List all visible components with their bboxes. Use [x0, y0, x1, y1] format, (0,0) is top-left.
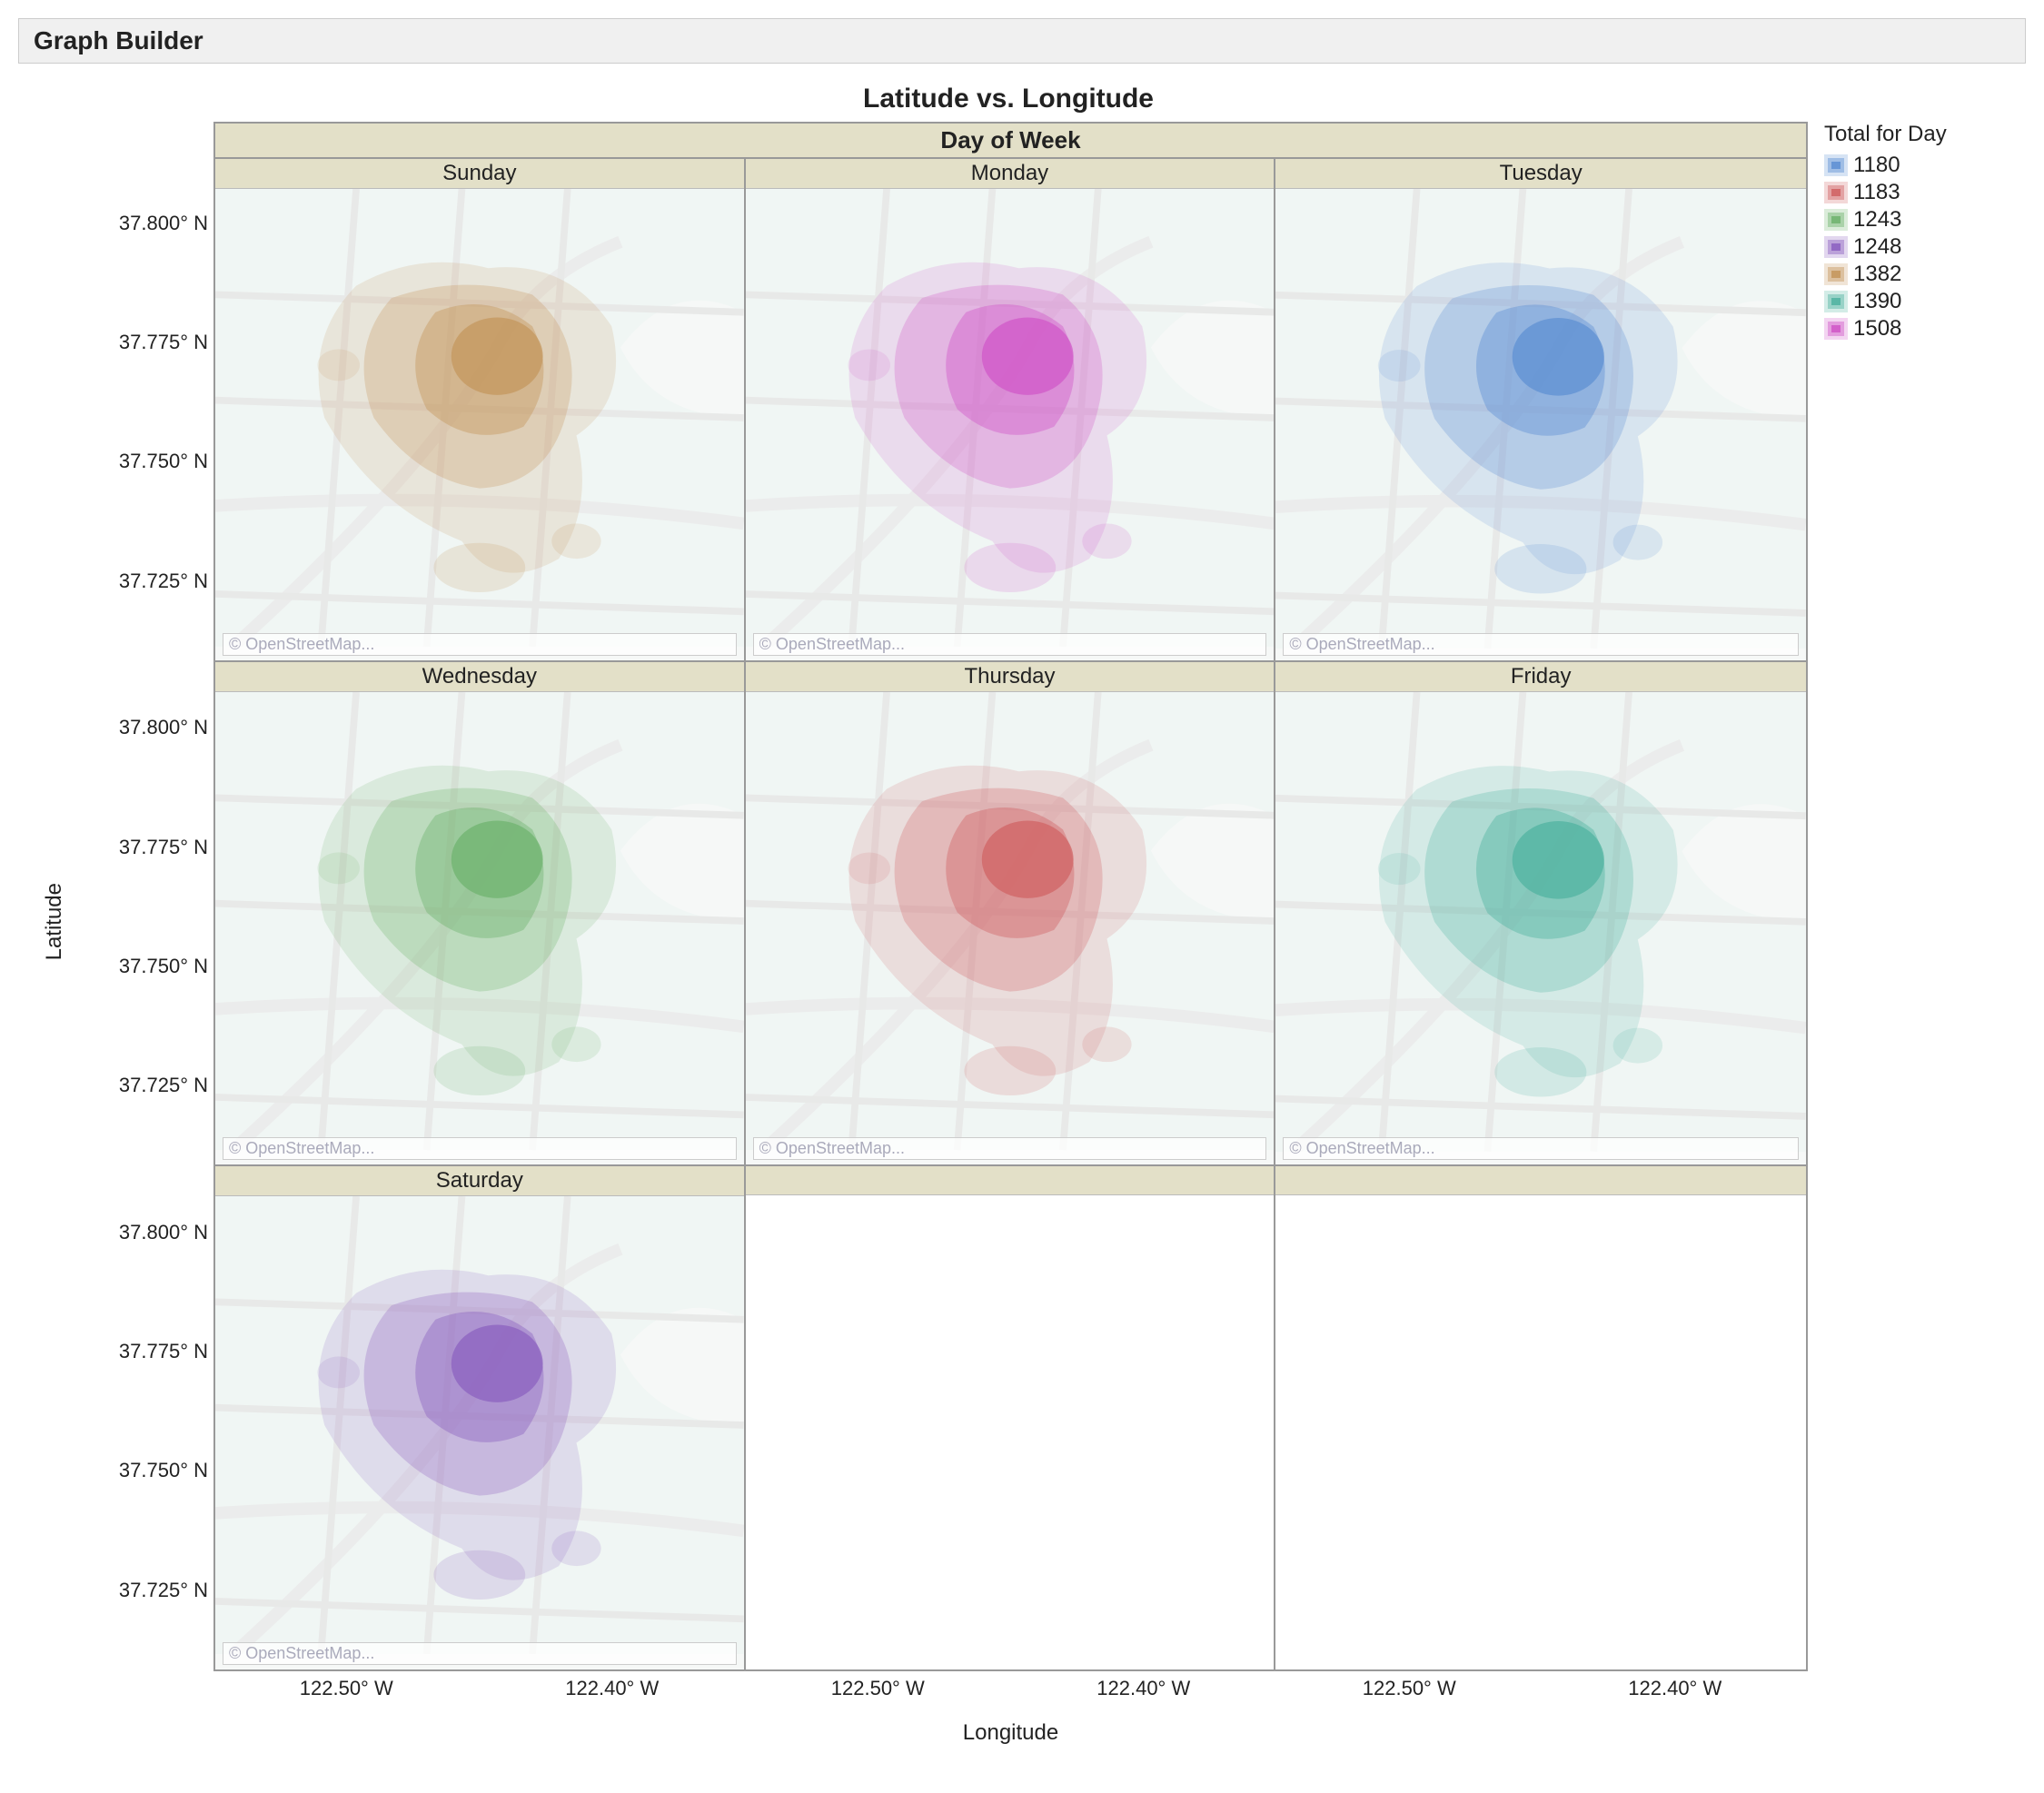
- map-attribution: © OpenStreetMap...: [223, 1642, 737, 1665]
- legend: Total for Day 11801183124312481382139015…: [1808, 122, 1989, 1671]
- facet-map[interactable]: © OpenStreetMap...: [215, 1196, 744, 1669]
- legend-swatch: [1824, 209, 1848, 231]
- facet-cell[interactable]: Monday © OpenStreetMap...: [746, 159, 1276, 662]
- facet-label: Sunday: [215, 159, 744, 189]
- panel-title: Graph Builder: [18, 18, 2026, 64]
- legend-item[interactable]: 1183: [1824, 180, 1989, 205]
- map-attribution: © OpenStreetMap...: [753, 1137, 1267, 1160]
- facet-map[interactable]: © OpenStreetMap...: [1275, 189, 1806, 660]
- facet-cell[interactable]: [1275, 1166, 1806, 1669]
- legend-item-label: 1390: [1853, 289, 1901, 314]
- facet-map[interactable]: [746, 1195, 1275, 1669]
- map-attribution: © OpenStreetMap...: [223, 1137, 737, 1160]
- legend-swatch: [1824, 291, 1848, 312]
- facet-map[interactable]: © OpenStreetMap...: [215, 692, 744, 1164]
- legend-swatch: [1824, 236, 1848, 258]
- x-axis-ticks: 122.50° W122.40° W 122.50° W122.40° W 12…: [213, 1671, 1808, 1720]
- facet-grid[interactable]: Day of Week Sunday © OpenStreetMap...Mon…: [213, 122, 1808, 1671]
- facet-cell[interactable]: Saturday © OpenStreetMap...: [215, 1166, 746, 1669]
- map-attribution: © OpenStreetMap...: [753, 633, 1267, 656]
- facet-map[interactable]: © OpenStreetMap...: [215, 189, 744, 660]
- facet-label: [1275, 1166, 1806, 1195]
- facet-cell[interactable]: Wednesday © OpenStreetMap...: [215, 662, 746, 1165]
- facet-cell[interactable]: [746, 1166, 1276, 1669]
- legend-item[interactable]: 1508: [1824, 316, 1989, 342]
- legend-item[interactable]: 1382: [1824, 262, 1989, 287]
- legend-item[interactable]: 1180: [1824, 153, 1989, 178]
- legend-item-label: 1248: [1853, 234, 1901, 260]
- facet-map[interactable]: © OpenStreetMap...: [1275, 692, 1806, 1164]
- facet-label: Tuesday: [1275, 159, 1806, 189]
- x-axis-label: Longitude: [213, 1720, 1808, 1766]
- legend-item-label: 1382: [1853, 262, 1901, 287]
- y-axis-label: Latitude: [27, 122, 82, 1720]
- facet-cell[interactable]: Sunday © OpenStreetMap...: [215, 159, 746, 662]
- legend-item[interactable]: 1243: [1824, 207, 1989, 233]
- legend-item-label: 1180: [1853, 153, 1900, 178]
- facet-cell[interactable]: Tuesday © OpenStreetMap...: [1275, 159, 1806, 662]
- facet-map[interactable]: [1275, 1195, 1806, 1669]
- facet-cell[interactable]: Thursday © OpenStreetMap...: [746, 662, 1276, 1165]
- y-axis-ticks: 37.800° N 37.775° N 37.750° N 37.725° N …: [82, 122, 213, 1671]
- chart-container: Latitude vs. Longitude Latitude 37.800° …: [18, 64, 2026, 1775]
- map-attribution: © OpenStreetMap...: [1283, 633, 1799, 656]
- facet-label: Saturday: [215, 1166, 744, 1196]
- facet-map[interactable]: © OpenStreetMap...: [746, 692, 1275, 1164]
- facet-label: Wednesday: [215, 662, 744, 692]
- facet-cell[interactable]: Friday © OpenStreetMap...: [1275, 662, 1806, 1165]
- legend-swatch: [1824, 263, 1848, 285]
- legend-item-label: 1508: [1853, 316, 1901, 342]
- wrap-variable-header: Day of Week: [215, 124, 1806, 159]
- facet-label: Thursday: [746, 662, 1275, 692]
- legend-title: Total for Day: [1824, 122, 1989, 147]
- legend-swatch: [1824, 182, 1848, 203]
- legend-item-label: 1243: [1853, 207, 1901, 233]
- map-attribution: © OpenStreetMap...: [1283, 1137, 1799, 1160]
- legend-swatch: [1824, 154, 1848, 176]
- facet-label: [746, 1166, 1275, 1195]
- legend-item[interactable]: 1390: [1824, 289, 1989, 314]
- facet-label: Monday: [746, 159, 1275, 189]
- chart-title: Latitude vs. Longitude: [27, 84, 1989, 114]
- legend-item[interactable]: 1248: [1824, 234, 1989, 260]
- map-attribution: © OpenStreetMap...: [223, 633, 737, 656]
- facet-map[interactable]: © OpenStreetMap...: [746, 189, 1275, 660]
- facet-label: Friday: [1275, 662, 1806, 692]
- legend-item-label: 1183: [1853, 180, 1900, 205]
- legend-swatch: [1824, 318, 1848, 340]
